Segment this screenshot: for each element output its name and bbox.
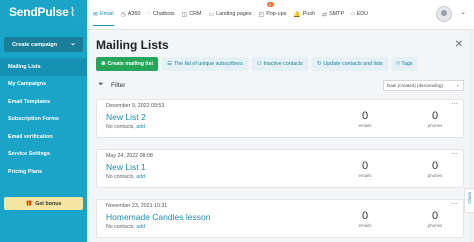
- list-name-link[interactable]: Homemade Candles lesson: [106, 212, 210, 222]
- sidebar-item-service-settings[interactable]: Service Settings: [0, 146, 87, 164]
- tab-push[interactable]: 🔔 Push: [293, 8, 315, 20]
- emails-count: 0 emails: [358, 160, 372, 178]
- list-name-link[interactable]: New List 1: [106, 162, 146, 172]
- add-contacts-link[interactable]: add: [136, 224, 145, 230]
- filter-icon[interactable]: ⏷: [98, 81, 104, 89]
- pulse-icon: ⌇: [69, 5, 76, 19]
- chevron-down-icon: ⌄: [70, 40, 76, 47]
- sidebar-item-mailing-lists[interactable]: Mailing Lists: [0, 58, 87, 76]
- sidebar-item-pricing-plans[interactable]: Pricing Plans: [0, 163, 87, 181]
- chevron-down-icon[interactable]: ⌄: [460, 8, 466, 16]
- inactive-contacts-button[interactable]: ⚇ Inactive contacts: [251, 57, 308, 71]
- chevron-down-icon: ⌄: [455, 82, 460, 88]
- envelope-icon: ✉: [93, 11, 99, 18]
- top-bar: ✉ Email ◷ A360 ◌ Chatbots ◫ CRM ▭ Landing pag…: [87, 0, 474, 30]
- product-nav: ✉ Email ◷ A360 ◌ Chatbots ◫ CRM ▭ Landing pag…: [93, 2, 375, 26]
- smtp-icon: ⇄: [322, 11, 328, 18]
- unique-subscribers-button[interactable]: ☰ The list of unique subscribers: [162, 57, 248, 71]
- add-contacts-link[interactable]: add: [136, 174, 145, 180]
- sidebar-item-my-campaigns[interactable]: My Campaigns: [0, 76, 87, 94]
- list-date: May 24, 2022 08:08: [106, 153, 153, 159]
- sort-select[interactable]: Date (created) (descending) ⌄: [383, 80, 464, 91]
- more-icon[interactable]: ⋯: [451, 150, 458, 158]
- tags-button[interactable]: ⌑ Tags: [391, 57, 418, 71]
- a360-icon: ◷: [120, 11, 126, 18]
- list-item: December 9, 2022 09:53 ⋯ New List 2 No c…: [96, 99, 464, 138]
- phones-count: 0 phones: [427, 160, 443, 178]
- sidebar-item-email-templates[interactable]: Email Templates: [0, 93, 87, 111]
- tag-icon: ⌑: [396, 61, 400, 67]
- get-bonus-button[interactable]: 🎁 Get bonus: [4, 197, 83, 210]
- page-icon: ▭: [208, 11, 215, 18]
- create-mailing-list-button[interactable]: ⊕ Create mailing list: [96, 57, 159, 71]
- list-name-link[interactable]: New List 2: [106, 112, 146, 122]
- more-icon[interactable]: ⋯: [451, 200, 458, 208]
- add-contacts-link[interactable]: add: [136, 124, 145, 130]
- sidebar-item-email-verification[interactable]: Email verification: [0, 128, 87, 146]
- notification-badge: 2: [266, 2, 274, 7]
- chats-tab[interactable]: Chats: [464, 188, 474, 213]
- more-icon[interactable]: ⋯: [451, 100, 458, 108]
- tab-crm[interactable]: ◫ CRM: [182, 8, 202, 20]
- list-status: No contacts, add: [106, 124, 145, 130]
- filter-row: ⏷ Filter Date (created) (descending) ⌄: [96, 79, 464, 93]
- sidebar: SendPulse⌇ Create campaign ⌄ Mailing Lis…: [0, 0, 87, 242]
- list-item: November 23, 2021 10:31 ⋯ Homemade Candl…: [96, 199, 464, 238]
- list-item: May 24, 2022 08:08 ⋯ New List 1 No conta…: [96, 149, 464, 188]
- phones-count: 0 phones: [427, 110, 443, 128]
- update-contacts-button[interactable]: ↻ Update contacts and lists: [311, 57, 388, 71]
- users-icon: ⚇: [256, 61, 262, 67]
- tab-landing-pages[interactable]: ▭ Landing pages: [208, 8, 251, 20]
- crm-icon: ◫: [181, 11, 188, 18]
- list-date: November 23, 2021 10:31: [106, 203, 168, 209]
- list-status: No contacts, add: [106, 174, 145, 180]
- refresh-icon: ↻: [316, 61, 322, 67]
- close-icon[interactable]: ✕: [455, 39, 463, 50]
- chat-icon: ◌: [147, 11, 151, 17]
- filter-label[interactable]: Filter: [111, 82, 125, 89]
- bell-icon: 🔔: [293, 11, 301, 18]
- sidebar-nav: Mailing Lists My Campaigns Email Templat…: [0, 58, 87, 181]
- list-icon: ☰: [167, 61, 172, 67]
- sendpulse-logo[interactable]: SendPulse⌇: [9, 5, 75, 19]
- phones-count: 0 phones: [427, 210, 443, 228]
- tab-edu[interactable]: ⌂ EDU: [351, 8, 368, 20]
- emails-count: 0 emails: [358, 110, 372, 128]
- popup-icon: ◰: [258, 11, 265, 18]
- avatar[interactable]: [436, 6, 452, 22]
- list-date: December 9, 2022 09:53: [106, 103, 165, 109]
- tab-email[interactable]: ✉ Email: [93, 8, 114, 26]
- sidebar-item-subscription-forms[interactable]: Subscription Forms: [0, 111, 87, 129]
- gift-icon: 🎁: [25, 200, 33, 207]
- list-status: No contacts, add: [106, 224, 145, 230]
- plus-icon: ⊕: [101, 61, 106, 67]
- page-title: Mailing Lists: [96, 38, 169, 52]
- action-buttons: ⊕ Create mailing list ☰ The list of unique…: [96, 57, 418, 71]
- edu-icon: ⌂: [351, 11, 355, 17]
- tab-pop-ups[interactable]: ◰ Pop-ups 2: [258, 2, 286, 20]
- create-campaign-button[interactable]: Create campaign ⌄: [4, 37, 83, 52]
- tab-a360[interactable]: ◷ A360: [121, 8, 141, 20]
- tab-smtp[interactable]: ⇄ SMTP: [322, 8, 344, 20]
- emails-count: 0 emails: [358, 210, 372, 228]
- tab-chatbots[interactable]: ◌ Chatbots: [147, 8, 174, 20]
